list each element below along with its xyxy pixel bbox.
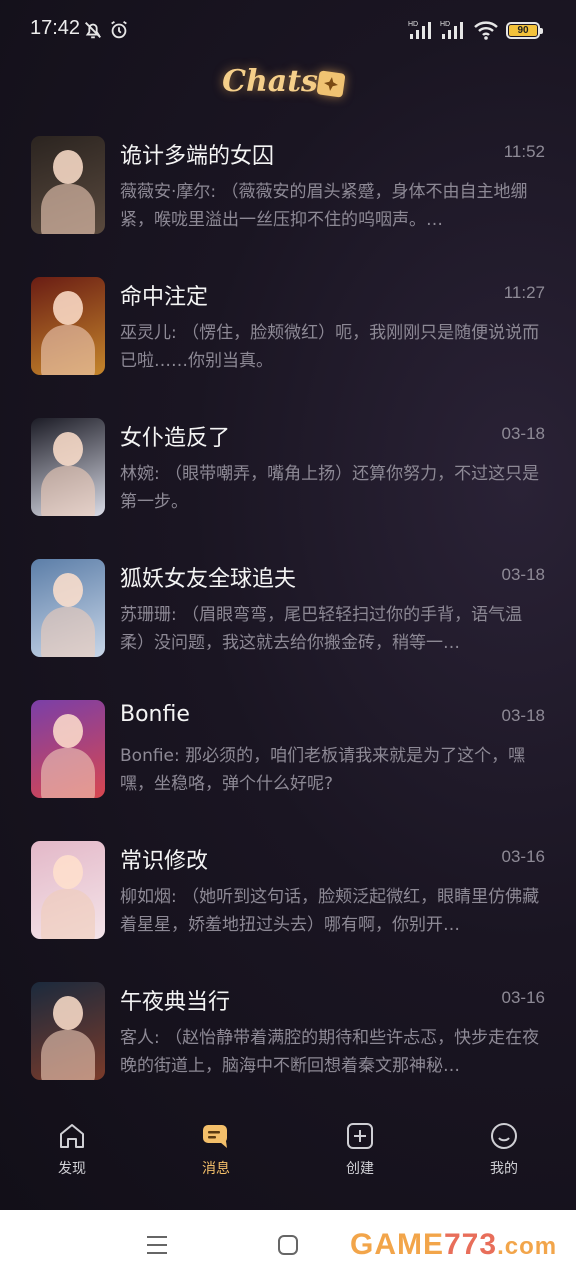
chat-row[interactable]: 午夜典当行 03-16 客人: （赵怡静带着满腔的期待和些许忐忑，快步走在夜晚的街道… (0, 974, 576, 1094)
wifi-icon (474, 21, 498, 40)
avatar-face (53, 714, 83, 748)
watermark-logo: GAME773.com (350, 1228, 557, 1262)
avatar-body (41, 466, 95, 516)
battery-level: 90 (509, 25, 537, 36)
app-screen: 17:42 HD HD 90 Chats 诡计多端的女囚 11:52 薇薇安·摩… (0, 0, 576, 1210)
home-icon (60, 1124, 84, 1148)
watermark-num: 773 (444, 1228, 498, 1261)
chat-avatar[interactable] (31, 841, 105, 939)
chat-avatar[interactable] (31, 277, 105, 375)
chat-time: 11:52 (503, 142, 545, 161)
chat-time: 03-16 (501, 988, 545, 1007)
avatar-face (53, 432, 83, 466)
avatar-face (53, 291, 83, 325)
alarm-icon (111, 20, 127, 39)
chat-preview: 苏珊珊: （眉眼弯弯，尾巴轻轻扫过你的手背，语气温柔）没问题，我这就去给你搬金砖… (120, 605, 523, 653)
chat-name: 命中注定 (120, 285, 209, 310)
avatar-body (41, 748, 95, 798)
page-title: Chats (0, 64, 576, 99)
sparkle-icon (324, 77, 338, 91)
chat-preview: 客人: （赵怡静带着满腔的期待和些许忐忑，快步走在夜晚的街道上，脑海中不断回想着… (120, 1028, 540, 1076)
chat-preview: 林婉: （眼带嘲弄，嘴角上扬）还算你努力，不过这只是第一步。 (120, 464, 540, 512)
mute-bell-icon (85, 22, 101, 39)
bottom-nav: 发现 消息 创建 我的 (0, 1110, 576, 1210)
chat-avatar[interactable] (31, 559, 105, 657)
chat-time: 11:27 (503, 283, 545, 302)
watermark-tld: .com (497, 1233, 558, 1260)
chat-name: Bonfie (120, 702, 190, 727)
nav-discover-label: 发现 (58, 1161, 86, 1177)
status-bar: 17:42 HD HD 90 (0, 0, 576, 62)
chat-preview: Bonfie: 那必须的，咱们老板请我来就是为了这个，嘿嘿，坐稳咯，弹个什么好呢… (120, 746, 526, 794)
nav-create-label: 创建 (346, 1161, 374, 1177)
chat-avatar[interactable] (31, 418, 105, 516)
chat-avatar[interactable] (31, 700, 105, 798)
avatar-body (41, 325, 95, 375)
chat-avatar[interactable] (31, 136, 105, 234)
sparkle-card-icon (316, 70, 346, 98)
chat-row[interactable]: 狐妖女友全球追夫 03-18 苏珊珊: （眉眼弯弯，尾巴轻轻扫过你的手背，语气温柔）… (0, 551, 576, 671)
chat-time: 03-18 (501, 424, 545, 443)
svg-text:HD: HD (440, 21, 450, 28)
profile-icon (491, 1123, 517, 1149)
home-square-icon[interactable] (277, 1234, 299, 1256)
signal-hd-icon: HD (408, 21, 431, 39)
chat-time: 03-18 (501, 565, 545, 584)
signal-hd-icon-2: HD (440, 21, 463, 39)
status-time: 17:42 (30, 17, 81, 39)
chat-time: 03-18 (501, 706, 545, 725)
battery-indicator: 90 (506, 22, 543, 39)
chat-time: 03-16 (501, 847, 545, 866)
message-icon (203, 1125, 227, 1148)
chat-preview: 柳如烟: （她听到这句话，脸颊泛起微红，眼睛里仿佛藏着星星，娇羞地扭过头去）哪有… (120, 887, 540, 935)
avatar-body (41, 1030, 95, 1080)
avatar-body (41, 184, 95, 234)
chat-name: 狐妖女友全球追夫 (120, 567, 297, 592)
chat-name: 午夜典当行 (120, 990, 231, 1015)
avatar-face (53, 996, 83, 1030)
avatar-body (41, 607, 95, 657)
chat-row[interactable]: 诡计多端的女囚 11:52 薇薇安·摩尔: （薇薇安的眉头紧蹙，身体不由自主地绷紧，… (0, 128, 576, 248)
svg-text:HD: HD (408, 21, 418, 28)
chat-avatar[interactable] (31, 982, 105, 1080)
chat-preview: 薇薇安·摩尔: （薇薇安的眉头紧蹙，身体不由自主地绷紧，喉咙里溢出一丝压抑不住的… (120, 182, 528, 230)
nav-messages-label: 消息 (202, 1161, 230, 1177)
avatar-body (41, 889, 95, 939)
nav-discover[interactable]: 发现 (32, 1120, 112, 1178)
nav-profile[interactable]: 我的 (464, 1120, 544, 1178)
nav-create[interactable]: 创建 (320, 1120, 400, 1178)
avatar-face (53, 150, 83, 184)
chat-name: 诡计多端的女囚 (120, 144, 275, 169)
nav-profile-label: 我的 (490, 1161, 518, 1177)
menu-icon[interactable] (146, 1234, 168, 1256)
chat-name: 女仆造反了 (120, 426, 231, 451)
battery-tip (540, 28, 543, 34)
avatar-face (53, 855, 83, 889)
avatar-face (53, 573, 83, 607)
chat-row[interactable]: 常识修改 03-16 柳如烟: （她听到这句话，脸颊泛起微红，眼睛里仿佛藏着星星，娇… (0, 833, 576, 953)
chat-preview: 巫灵儿: （愣住，脸颊微红）呃，我刚刚只是随便说说而已啦……你别当真。 (120, 323, 540, 371)
chat-row[interactable]: 女仆造反了 03-18 林婉: （眼带嘲弄，嘴角上扬）还算你努力，不过这只是第一步。 (0, 410, 576, 530)
system-nav-bar: GAME773.com (0, 1210, 576, 1280)
watermark-game: GAME (350, 1228, 444, 1261)
chat-row[interactable]: 命中注定 11:27 巫灵儿: （愣住，脸颊微红）呃，我刚刚只是随便说说而已啦……你… (0, 269, 576, 389)
nav-messages[interactable]: 消息 (176, 1120, 256, 1178)
page-title-text: Chats (222, 64, 318, 99)
chat-row[interactable]: Bonfie 03-18 Bonfie: 那必须的，咱们老板请我来就是为了这个，嘿嘿… (0, 692, 576, 812)
create-icon (347, 1123, 373, 1149)
chat-name: 常识修改 (120, 849, 209, 874)
